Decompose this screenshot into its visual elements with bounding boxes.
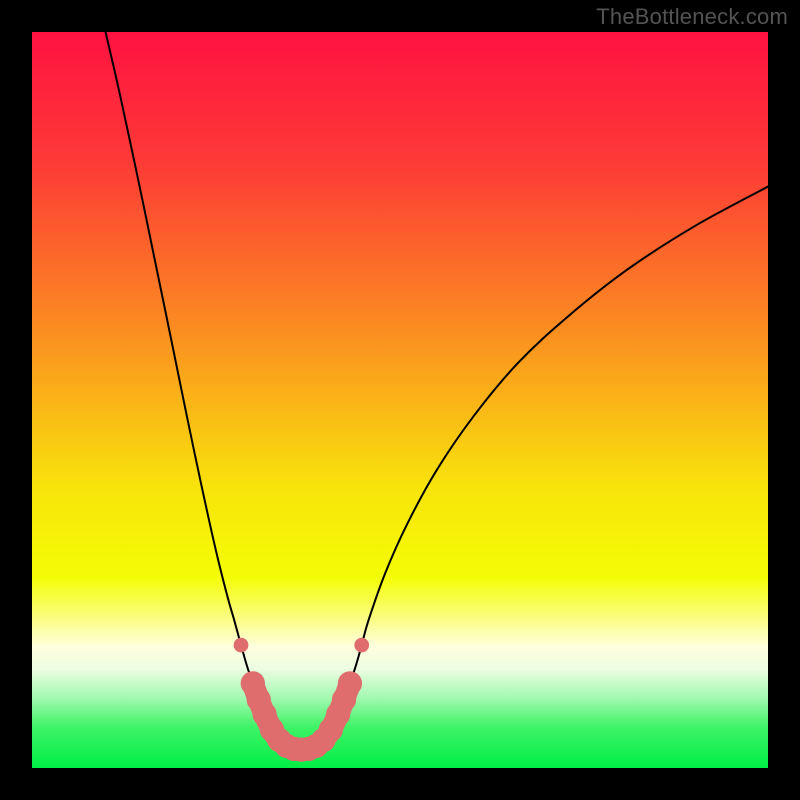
chart-frame: TheBottleneck.com [0, 0, 800, 800]
highlight-right-dot [354, 638, 369, 653]
plot-area [32, 32, 768, 768]
highlight-left-dot [234, 638, 249, 653]
gradient-background [32, 32, 768, 768]
watermark-text: TheBottleneck.com [596, 4, 788, 30]
bottleneck-chart [32, 32, 768, 768]
highlight-valley-node [338, 671, 362, 695]
